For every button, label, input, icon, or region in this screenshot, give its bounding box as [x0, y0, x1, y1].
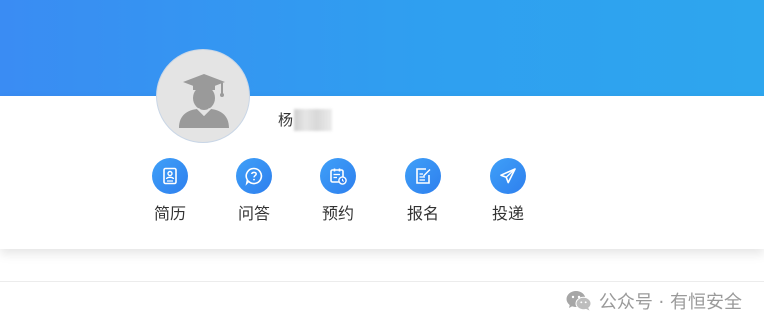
- username: 杨: [278, 111, 294, 129]
- wechat-icon: [566, 291, 592, 311]
- action-label-qa: 问答: [237, 204, 270, 223]
- action-label-appointment: 预约: [321, 204, 354, 223]
- profile-page: 杨 简历 问答 预约 报名 投递 公众号 · 有恒安全: [0, 0, 764, 332]
- resume-icon: [152, 158, 188, 194]
- username-area: 杨: [278, 108, 333, 132]
- action-bar: 简历 问答 预约 报名 投递: [0, 158, 764, 228]
- action-label-resume: 简历: [153, 204, 186, 223]
- action-label-submit: 投递: [491, 204, 524, 223]
- header-banner: [0, 0, 764, 96]
- question-icon: [236, 158, 272, 194]
- appointment-button[interactable]: 预约: [308, 158, 368, 224]
- watermark-text: 公众号 · 有恒安全: [598, 292, 742, 313]
- calendar-clock-icon: [320, 158, 356, 194]
- watermark: 公众号 · 有恒安全: [565, 288, 742, 314]
- submit-button[interactable]: 投递: [478, 158, 538, 224]
- action-label-signup: 报名: [406, 204, 439, 223]
- signup-button[interactable]: 报名: [393, 158, 453, 224]
- resume-button[interactable]: 简历: [140, 158, 200, 224]
- qa-button[interactable]: 问答: [224, 158, 284, 224]
- send-icon: [490, 158, 526, 194]
- divider: [0, 281, 764, 282]
- graduate-avatar-icon: [179, 74, 229, 128]
- blurred-name-mask: [294, 109, 333, 131]
- edit-form-icon: [405, 158, 441, 194]
- avatar[interactable]: [156, 49, 250, 143]
